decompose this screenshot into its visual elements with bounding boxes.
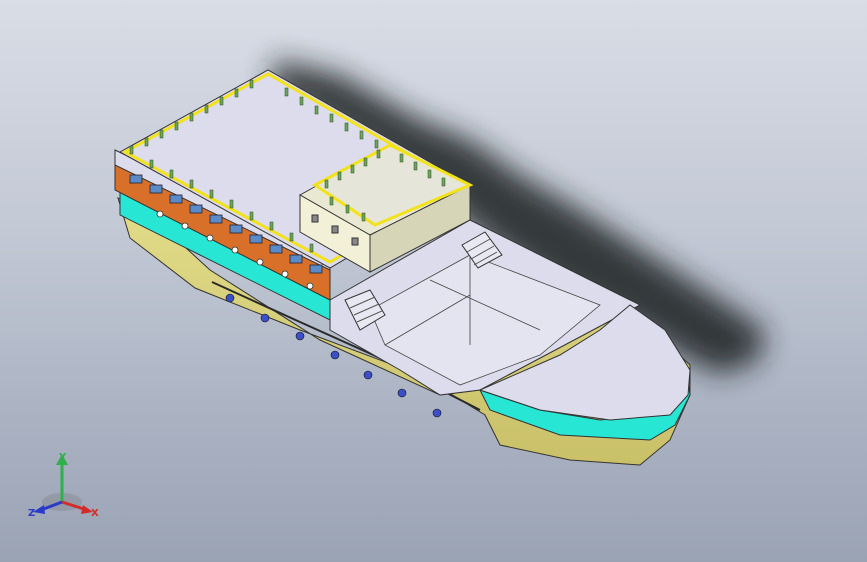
cad-3d-viewport[interactable]: Y X Z xyxy=(0,0,867,562)
x-axis-label: X xyxy=(91,508,99,519)
z-axis-label: Z xyxy=(28,508,35,519)
y-axis-label: Y xyxy=(58,452,67,463)
ship-model-scene[interactable] xyxy=(0,0,867,562)
coordinate-triad[interactable]: Y X Z xyxy=(25,450,105,522)
